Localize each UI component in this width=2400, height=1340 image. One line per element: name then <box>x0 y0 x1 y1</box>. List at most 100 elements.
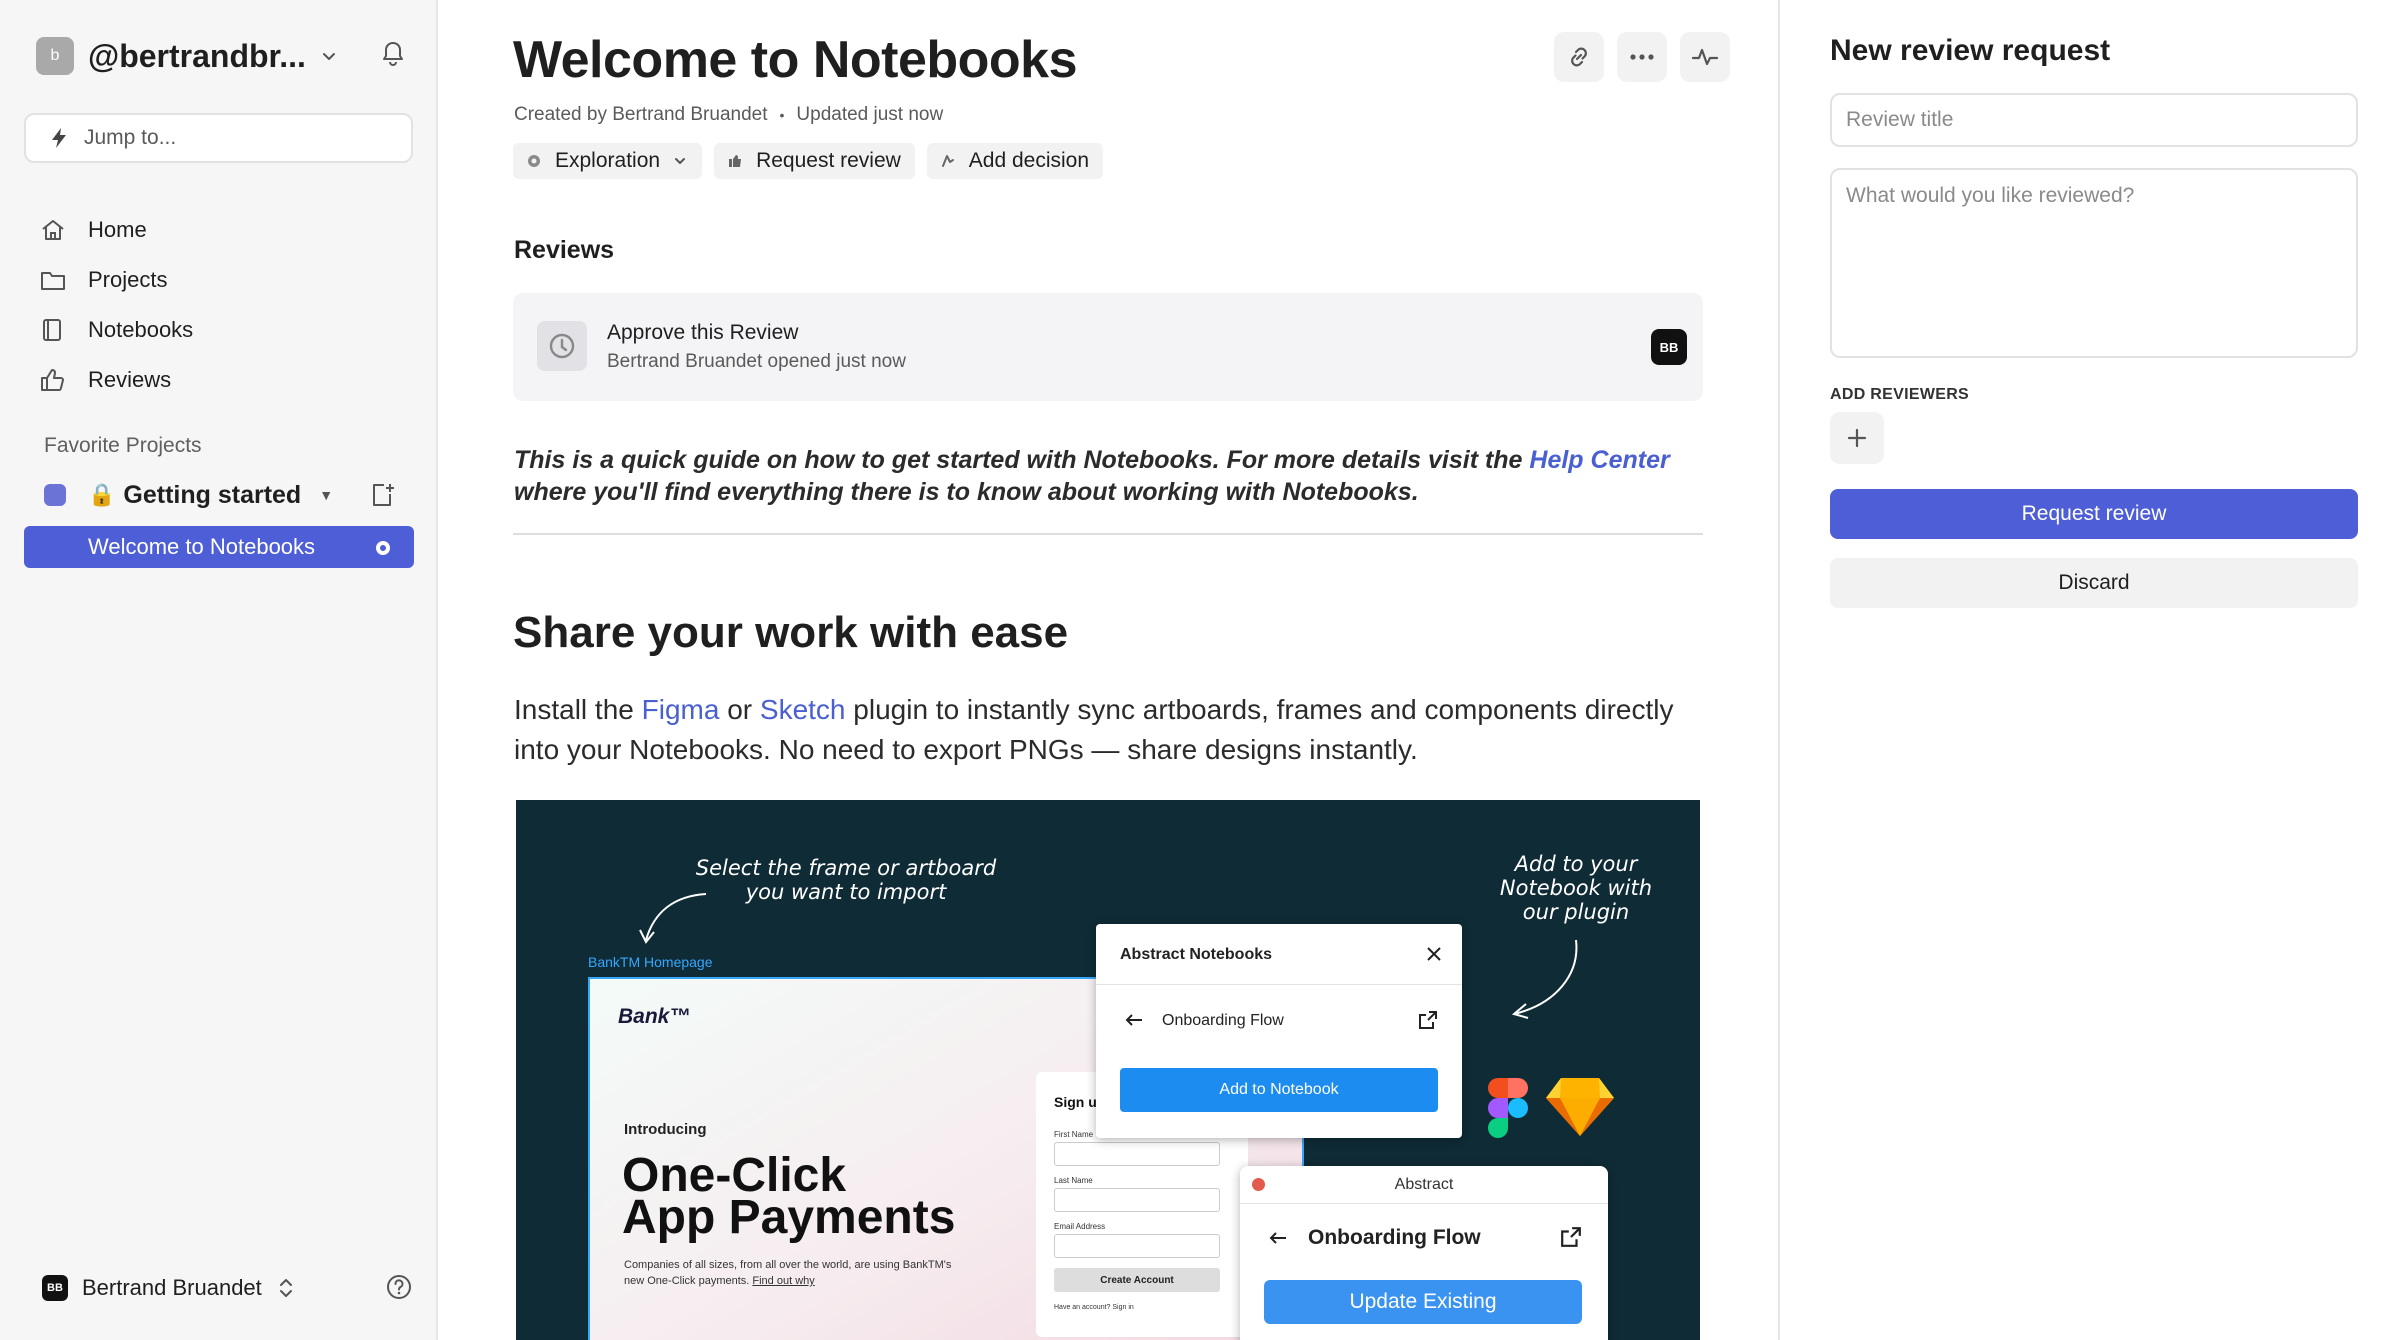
external-link-icon <box>1418 1010 1438 1030</box>
meta-separator: • <box>779 107 785 123</box>
review-title-input[interactable] <box>1830 93 2358 147</box>
favorite-project[interactable]: 🔒 Getting started ▼ <box>44 474 414 516</box>
page-meta: Created by Bertrand Bruandet • Updated j… <box>514 104 943 126</box>
user-menu[interactable]: BB Bertrand Bruandet <box>42 1268 412 1308</box>
annotation-line: Add to your <box>1514 852 1638 876</box>
add-decision-label: Add decision <box>968 149 1090 172</box>
thumbs-up-icon <box>40 368 74 392</box>
notebook-content: Welcome to Notebooks Created by Bertrand… <box>440 0 1778 1340</box>
status-dropdown[interactable]: Exploration <box>513 143 703 179</box>
sidebar-item-label: Reviews <box>88 367 172 392</box>
figma-logo-icon <box>1488 1078 1528 1138</box>
help-center-link[interactable]: Help Center <box>1529 446 1669 474</box>
help-icon[interactable] <box>386 1274 412 1300</box>
decision-icon <box>941 154 955 168</box>
jump-to-placeholder: Jump to... <box>84 126 177 149</box>
intro-text: where you'll find everything there is to… <box>514 478 1419 506</box>
notebook-label: Welcome to Notebooks <box>88 534 316 559</box>
discard-button[interactable]: Discard <box>1830 558 2358 608</box>
arrow-left-annotation-icon <box>639 893 707 944</box>
close-icon <box>1424 944 1444 964</box>
notebook-pills: Exploration Request review Add decision <box>513 143 1115 179</box>
section-heading: Share your work with ease <box>513 608 1069 657</box>
copy-link-button[interactable] <box>1554 32 1604 82</box>
unread-dot-icon <box>376 541 390 555</box>
notebook-icon <box>40 318 74 342</box>
hero-title-line: App Payments <box>622 1191 956 1244</box>
create-account-button: Create Account <box>1054 1268 1220 1292</box>
back-arrow-icon <box>1124 1012 1144 1028</box>
sidebar-item-active-notebook[interactable]: Welcome to Notebooks <box>24 526 414 568</box>
request-review-label: Request review <box>756 149 901 172</box>
figma-link[interactable]: Figma <box>642 694 720 725</box>
plus-icon <box>1846 427 1868 449</box>
jump-to-input[interactable]: Jump to... <box>24 113 413 163</box>
lightning-icon <box>50 127 68 149</box>
annotation-line: Select the frame or artboard <box>695 856 997 880</box>
add-reviewers-label: ADD REVIEWERS <box>1830 386 1970 403</box>
sketch-logo-icon <box>1546 1078 1614 1136</box>
sidebar-item-reviews[interactable]: Reviews <box>40 355 410 405</box>
plugin-flow-name: Onboarding Flow <box>1162 1012 1284 1029</box>
review-description-textarea[interactable] <box>1830 168 2358 358</box>
annotation-line: Notebook with <box>1499 876 1653 900</box>
page-title: Welcome to Notebooks <box>513 31 1078 89</box>
sidebar-item-label: Projects <box>88 267 168 292</box>
new-notebook-icon[interactable] <box>370 482 396 508</box>
window-titlebar: Abstract <box>1240 1166 1608 1204</box>
external-link-icon <box>1560 1226 1582 1248</box>
top-actions <box>1554 32 1730 82</box>
sidebar-item-projects[interactable]: Projects <box>40 255 410 305</box>
add-to-notebook-button: Add to Notebook <box>1120 1068 1438 1112</box>
field-box <box>1054 1234 1220 1258</box>
activity-button[interactable] <box>1680 32 1730 82</box>
review-card[interactable]: Approve this Review Bertrand Bruandet op… <box>513 293 1703 401</box>
more-options-button[interactable] <box>1617 32 1667 82</box>
frame-label: BankTM Homepage <box>588 954 713 970</box>
status-label: Exploration <box>555 149 661 172</box>
add-decision-pill[interactable]: Add decision <box>926 143 1104 179</box>
request-review-button[interactable]: Request review <box>1830 489 2358 539</box>
reviewer-avatar: BB <box>1651 329 1687 365</box>
workspace-switcher[interactable]: b @bertrandbr... <box>36 34 406 78</box>
sidebar-item-notebooks[interactable]: Notebooks <box>40 305 410 355</box>
annotation-right: Add to your Notebook with our plugin <box>1476 852 1676 924</box>
sidebar-item-label: Home <box>88 217 147 242</box>
favorites-title: Favorite Projects <box>44 434 202 457</box>
sidebar-item-home[interactable]: Home <box>40 205 410 255</box>
field-label: First Name <box>1054 1130 1094 1139</box>
field-box <box>1054 1142 1220 1166</box>
divider <box>513 533 1703 535</box>
window-flow-name: Onboarding Flow <box>1308 1226 1481 1249</box>
updated-at: Updated just now <box>796 104 944 125</box>
project-name: Getting started <box>123 480 302 509</box>
activity-icon <box>1691 45 1719 69</box>
workspace-name: @bertrandbr... <box>88 37 306 74</box>
update-existing-button: Update Existing <box>1264 1280 1582 1324</box>
abstract-window: Abstract Onboarding Flow Update Existing <box>1240 1166 1608 1340</box>
status-dot-icon <box>527 154 541 168</box>
window-title: Abstract <box>1394 1176 1454 1193</box>
caret-down-icon[interactable]: ▼ <box>319 487 333 503</box>
reviews-heading: Reviews <box>514 236 615 264</box>
bell-icon[interactable] <box>380 40 406 68</box>
divider <box>1096 984 1462 985</box>
annotation-line: our plugin <box>1522 900 1630 924</box>
clock-icon <box>537 321 587 371</box>
intro-paragraph: This is a quick guide on how to get star… <box>514 444 1704 508</box>
workspace-avatar: b <box>36 37 74 75</box>
user-avatar: BB <box>42 1275 68 1301</box>
add-reviewer-button[interactable] <box>1830 412 1884 464</box>
arrow-right-annotation-icon <box>1511 939 1578 1019</box>
sketch-link[interactable]: Sketch <box>760 694 846 725</box>
field-label: Last Name <box>1054 1176 1093 1185</box>
user-name: Bertrand Bruandet <box>82 1275 262 1300</box>
review-request-panel: New review request ADD REVIEWERS Request… <box>1778 0 2400 1340</box>
hero-description: Companies of all sizes, from all over th… <box>624 1257 954 1289</box>
chevron-down-icon <box>672 153 688 169</box>
annotation-line: you want to import <box>745 880 947 904</box>
lock-icon: 🔒 <box>88 482 116 507</box>
review-subtitle: Bertrand Bruandet opened just now <box>607 351 906 372</box>
request-review-pill[interactable]: Request review <box>714 143 915 179</box>
created-by: Created by Bertrand Bruandet <box>514 104 768 125</box>
